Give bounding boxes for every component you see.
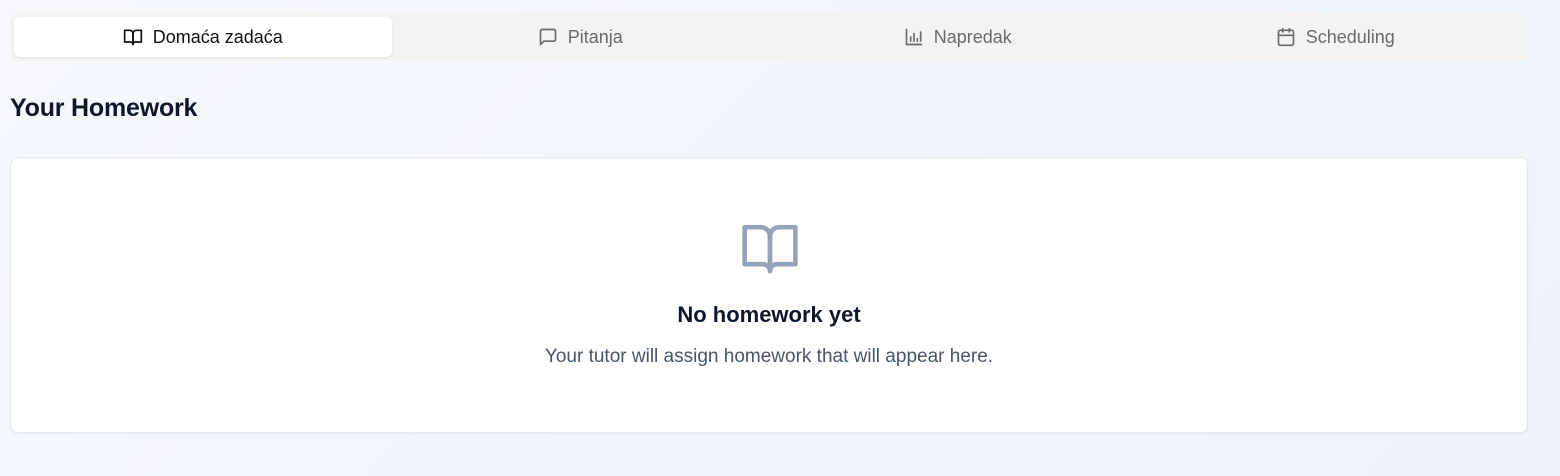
empty-state-message: Your tutor will assign homework that wil…	[544, 346, 994, 367]
tab-bar: Domaća zadaća Pitanja Napredak Schedulin…	[10, 13, 1528, 61]
book-open-icon	[740, 220, 800, 276]
book-open-icon	[123, 27, 143, 47]
bar-chart-icon	[904, 27, 924, 47]
tab-label: Napredak	[933, 26, 1012, 47]
tab-scheduling[interactable]: Scheduling	[1147, 17, 1525, 57]
tab-label: Scheduling	[1305, 26, 1395, 47]
calendar-icon	[1276, 27, 1296, 47]
empty-state-card: No homework yet Your tutor will assign h…	[10, 157, 1528, 433]
tab-domaca-zadaca[interactable]: Domaća zadaća	[14, 17, 392, 57]
tab-napredak[interactable]: Napredak	[769, 17, 1147, 57]
empty-state-title: No homework yet	[677, 302, 861, 327]
tab-label: Domaća zadaća	[152, 26, 283, 47]
tab-pitanja[interactable]: Pitanja	[392, 17, 770, 57]
page-title: Your Homework	[10, 94, 198, 122]
tab-label: Pitanja	[567, 26, 623, 47]
message-square-icon	[538, 27, 558, 47]
